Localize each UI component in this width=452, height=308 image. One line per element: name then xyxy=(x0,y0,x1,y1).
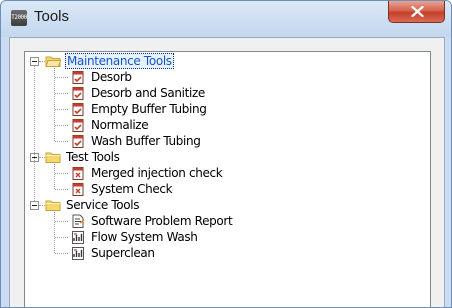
tree-connector-horizontal xyxy=(55,77,68,78)
tree-connector-vertical xyxy=(54,210,55,253)
folder-open-icon xyxy=(45,150,61,164)
tree-connector-horizontal xyxy=(55,221,68,222)
collapse-toggle-icon[interactable] xyxy=(30,57,39,66)
tree-connector-vertical xyxy=(54,66,55,141)
window-title: Tools xyxy=(34,8,70,25)
tree-connector-horizontal xyxy=(55,125,68,126)
tree-tool-label: Wash Buffer Tubing xyxy=(91,134,201,148)
tree-tool-label: Desorb and Sanitize xyxy=(91,86,205,100)
tree-tool-label: Superclean xyxy=(91,246,155,260)
test-script-icon xyxy=(70,182,86,196)
service-chart-icon xyxy=(70,246,86,260)
tree-tool-label: Software Problem Report xyxy=(91,214,233,228)
tree-tool-label: Normalize xyxy=(91,118,149,132)
folder-open-icon xyxy=(45,54,62,68)
tree-group-label: Maintenance Tools xyxy=(65,53,174,69)
tree-connector-horizontal xyxy=(39,157,45,158)
tree-connector-horizontal xyxy=(55,189,68,190)
close-icon xyxy=(411,6,424,17)
tree-connector-vertical xyxy=(54,162,55,189)
maintenance-script-icon xyxy=(70,86,86,100)
tree-connector-horizontal xyxy=(55,93,68,94)
tools-tree-view[interactable]: Maintenance Tools Desorb Desorb and Saniti… xyxy=(24,51,431,307)
tree-connector-horizontal xyxy=(39,205,45,206)
maintenance-script-icon xyxy=(70,134,86,148)
tree-tool-label: Empty Buffer Tubing xyxy=(91,102,207,116)
tree-group-label: Service Tools xyxy=(66,198,140,212)
close-button[interactable] xyxy=(388,1,445,23)
tree-connector-horizontal xyxy=(55,109,68,110)
collapse-toggle-icon[interactable] xyxy=(30,201,39,210)
tree-group-label: Test Tools xyxy=(66,150,120,164)
tree-tool-label: Merged injection check xyxy=(91,166,223,180)
maintenance-script-icon xyxy=(70,118,86,132)
title-bar[interactable]: T2000 Tools xyxy=(1,1,451,37)
test-script-icon xyxy=(70,166,86,180)
tree-connector-horizontal xyxy=(55,237,68,238)
window-client-area: Maintenance Tools Desorb Desorb and Saniti… xyxy=(9,37,445,307)
app-icon: T2000 xyxy=(11,10,27,26)
maintenance-script-icon xyxy=(70,70,86,84)
tree-tool-label: Flow System Wash xyxy=(91,230,198,244)
tree-tool-label: Desorb xyxy=(91,70,132,84)
tree-connector-vertical xyxy=(34,66,35,201)
tree-tool-label: System Check xyxy=(91,182,173,196)
tree-connector-horizontal xyxy=(55,141,68,142)
maintenance-script-icon xyxy=(70,102,86,116)
service-chart-icon xyxy=(70,230,86,244)
tree-connector-horizontal xyxy=(55,253,68,254)
folder-open-icon xyxy=(45,198,61,212)
tree-connector-horizontal xyxy=(55,173,68,174)
report-document-icon xyxy=(70,214,86,228)
tools-window: T2000 Tools Maintenance Tools Desorb Desor… xyxy=(0,0,452,308)
tree-connector-horizontal xyxy=(39,61,45,62)
